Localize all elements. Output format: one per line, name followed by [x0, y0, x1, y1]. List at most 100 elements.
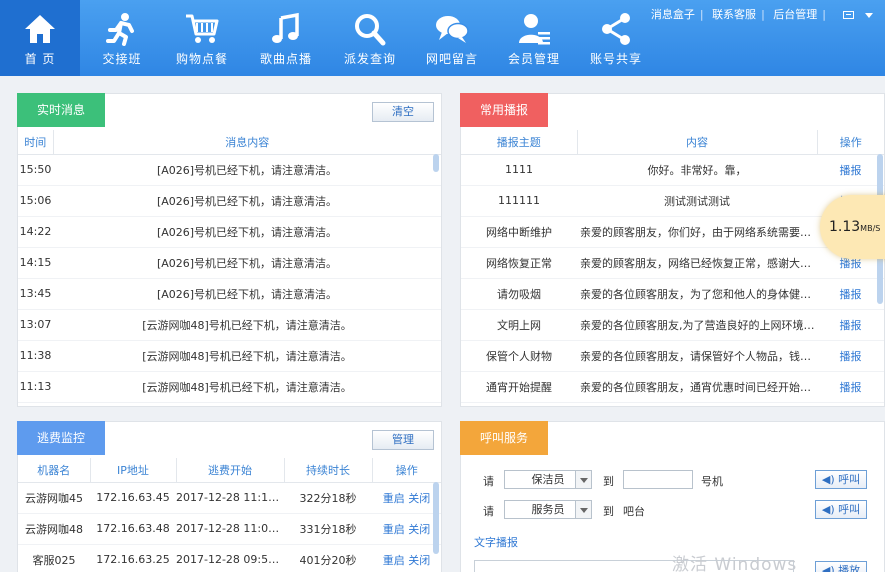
table-row: 11:38 [云游网咖48]号机已经下机，请注意清洁。	[18, 340, 441, 372]
broadcast-action-cell: 播报	[817, 278, 884, 310]
table-row: 15:06 [A026]号机已经下机，请注意清洁。	[18, 185, 441, 217]
broadcast-topic: 111111	[461, 185, 577, 217]
broadcast-table: 播报主题 内容 操作 1111你好。非常好。靠，播报111111测试测试测试播报…	[461, 130, 884, 403]
shutdown-button[interactable]: 关闭	[408, 492, 430, 505]
broadcast-content: 测试测试测试	[577, 185, 817, 217]
broadcast-button[interactable]: 播报	[840, 350, 862, 363]
nav-shopping-label: 购物点餐	[175, 52, 228, 66]
broadcast-button[interactable]: 播报	[840, 164, 862, 177]
restart-button[interactable]: 重启	[383, 492, 405, 505]
escape-action-cell: 重启 关闭	[372, 482, 441, 514]
message-content: [A026]号机已经下机，请注意清洁。	[53, 154, 441, 186]
broadcast-button[interactable]: 播报	[840, 288, 862, 301]
dropdown-arrow-icon[interactable]	[865, 12, 873, 18]
waiter-select[interactable]: 服务员	[504, 500, 592, 519]
to-label: 到	[603, 475, 614, 488]
nav-dispatch-query[interactable]: 派发查询	[330, 0, 410, 76]
manage-button[interactable]: 管理	[372, 430, 434, 450]
running-person-icon	[106, 13, 134, 46]
please-label-2: 请	[483, 505, 494, 518]
admin-link[interactable]: 后台管理	[773, 8, 817, 21]
text-broadcast-label[interactable]: 文字播报	[474, 534, 518, 550]
message-time: 11:13	[18, 371, 53, 403]
message-content: [A026]号机已经下机，请注意清洁。	[53, 216, 441, 248]
broadcast-content: 你好。非常好。靠，	[577, 154, 817, 186]
machine-name: 云游网咖45	[18, 482, 90, 514]
nav-songs[interactable]: 歌曲点播	[246, 0, 326, 76]
nav-songs-label: 歌曲点播	[259, 52, 312, 66]
play-broadcast-button[interactable]: ◀) 播放	[815, 561, 867, 572]
nav-messages[interactable]: 网吧留言	[412, 0, 492, 76]
escape-action-cell: 重启 关闭	[372, 513, 441, 545]
contact-support-link[interactable]: 联系客服	[712, 8, 756, 21]
broadcast-content: 亲爱的各位顾客朋友,为了营造良好的上网环境，...	[577, 309, 817, 341]
broadcast-button[interactable]: 播报	[840, 381, 862, 394]
network-speed-badge: 1.13MB/S	[820, 195, 885, 259]
member-icon	[519, 14, 550, 45]
broadcast-topic: 通宵开始提醒	[461, 371, 577, 403]
nav-shift-label: 交接班	[102, 52, 142, 66]
message-box-link[interactable]: 消息盒子	[651, 8, 695, 21]
call-waiter-label: 呼叫	[838, 503, 861, 516]
nav-share-label: 账号共享	[589, 52, 642, 66]
col-ip: IP地址	[90, 458, 177, 483]
broadcast-topic: 网络中断维护	[461, 216, 577, 248]
search-icon	[355, 14, 386, 46]
ip-address: 172.16.63.45	[90, 482, 176, 514]
restart-button[interactable]: 重启	[383, 554, 405, 567]
clear-button[interactable]: 清空	[372, 102, 434, 122]
message-time: 15:06	[18, 185, 53, 217]
broadcast-tab[interactable]: 常用播报	[460, 93, 548, 127]
home-icon	[25, 15, 55, 43]
nav-dispatch-label: 派发查询	[343, 52, 396, 66]
table-row: 保管个人财物 亲爱的各位顾客朋友，请保管好个人物品，钱包... 播报	[461, 340, 884, 372]
table-row: 云游网咖48 172.16.63.48 2017-12-28 11:08:28 331…	[18, 513, 441, 545]
minimize-icon[interactable]	[842, 11, 854, 19]
broadcast-action-cell: 播报	[817, 154, 884, 186]
broadcast-content: 亲爱的顾客朋友，网络已经恢复正常，感谢大家的...	[577, 247, 817, 279]
nav-account-share[interactable]: 账号共享	[576, 0, 656, 76]
col-action: 操作	[817, 130, 884, 155]
message-time: 13:45	[18, 278, 53, 310]
call-tab[interactable]: 呼叫服务	[460, 421, 548, 455]
chevron-down-icon	[575, 471, 591, 488]
message-time: 11:38	[18, 340, 53, 372]
message-time: 15:50	[18, 154, 53, 186]
realtime-tab[interactable]: 实时消息	[17, 93, 105, 127]
call-row-cleaner: 请 保洁员 到 号机 ◀) 呼叫	[477, 470, 882, 490]
call-waiter-button[interactable]: ◀) 呼叫	[815, 500, 867, 519]
escape-tab[interactable]: 逃费监控	[17, 421, 105, 455]
col-content: 消息内容	[53, 130, 441, 155]
restart-button[interactable]: 重启	[383, 523, 405, 536]
nav-members-label: 会员管理	[507, 52, 560, 66]
table-row: 网络恢复正常 亲爱的顾客朋友，网络已经恢复正常，感谢大家的... 播报	[461, 247, 884, 279]
broadcast-panel: 常用播报 播报主题 内容 操作 1111 你好。非常好。靠， 播报 111111 测试测…	[460, 93, 885, 407]
shutdown-button[interactable]: 关闭	[408, 554, 430, 567]
nav-members[interactable]: 会员管理	[494, 0, 574, 76]
speaker-icon: ◀)	[821, 564, 835, 572]
shutdown-button[interactable]: 关闭	[408, 523, 430, 536]
col-escape-action: 操作	[372, 458, 441, 483]
col-start: 逃费开始	[176, 458, 285, 483]
table-row: 11:13 [云游网咖48]号机已经下机，请注意清洁。	[18, 371, 441, 403]
nav-shift-handover[interactable]: 交接班	[82, 0, 162, 76]
col-time: 时间	[18, 130, 54, 155]
broadcast-button[interactable]: 播报	[840, 319, 862, 332]
table-row: 请勿吸烟 亲爱的各位顾客朋友，为了您和他人的身体健康... 播报	[461, 278, 884, 310]
table-row: 15:50 [A026]号机已经下机，请注意清洁。	[18, 154, 441, 186]
realtime-scrollbar[interactable]	[433, 154, 439, 172]
escape-scrollbar[interactable]	[433, 482, 439, 554]
nav-home-label: 首 页	[24, 52, 56, 66]
col-duration: 持续时长	[284, 458, 373, 483]
top-links: 消息盒子 | 联系客服 | 后台管理 |	[651, 6, 873, 22]
message-content: [A026]号机已经下机，请注意清洁。	[53, 278, 441, 310]
nav-home[interactable]: 首 页	[0, 0, 80, 76]
nav-shopping[interactable]: 购物点餐	[162, 0, 242, 76]
broadcast-content: 亲爱的各位顾客朋友，请保管好个人物品，钱包...	[577, 340, 817, 372]
cleaner-select[interactable]: 保洁员	[504, 470, 592, 489]
machine-name: 客服025	[18, 544, 90, 572]
table-row: 13:07 [云游网咖48]号机已经下机，请注意清洁。	[18, 309, 441, 341]
machine-number-input[interactable]	[623, 470, 693, 489]
nav-messages-label: 网吧留言	[425, 52, 478, 66]
call-cleaner-button[interactable]: ◀) 呼叫	[815, 470, 867, 489]
